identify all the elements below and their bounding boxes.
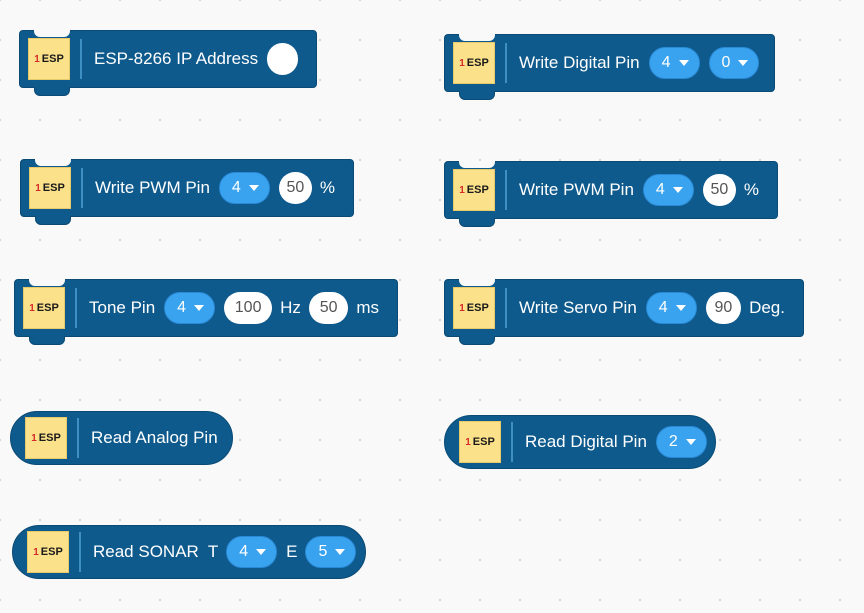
trigger-label: T	[207, 542, 219, 561]
block-separator	[505, 43, 507, 83]
chevron-down-icon	[685, 439, 696, 445]
esp-extension-icon: 1 ESP	[453, 287, 495, 329]
write-servo-pin-label: Write Servo Pin	[519, 298, 637, 317]
write-pwm-pin-block[interactable]: 1 ESP Write PWM Pin 4 50 %	[444, 161, 778, 227]
frequency-input[interactable]: 100	[224, 292, 273, 324]
read-digital-pin-label: Read Digital Pin	[525, 432, 647, 451]
percent-unit-label: %	[319, 178, 335, 197]
read-sonar-block[interactable]: 1 ESP Read SONAR T 4 E 5	[12, 525, 366, 579]
duration-input[interactable]: 50	[308, 292, 349, 324]
esp-extension-icon: 1 ESP	[459, 421, 501, 463]
degree-unit-label: Deg.	[749, 298, 785, 317]
ip-address-block[interactable]: 1 ESP ESP-8266 IP Address	[19, 30, 317, 96]
chevron-down-icon	[256, 549, 267, 555]
chevron-down-icon	[738, 60, 749, 66]
pin-dropdown[interactable]: 4	[164, 292, 216, 324]
ms-unit-label: ms	[356, 298, 379, 317]
chevron-down-icon	[675, 305, 686, 311]
write-digital-pin-label: Write Digital Pin	[519, 53, 640, 72]
pwm-value-input[interactable]: 50	[702, 174, 736, 206]
esp-extension-icon: 1 ESP	[28, 38, 70, 80]
block-separator	[505, 288, 507, 328]
chevron-down-icon	[672, 187, 683, 193]
read-digital-pin-block[interactable]: 1 ESP Read Digital Pin 2	[444, 415, 716, 469]
read-analog-pin-block[interactable]: 1 ESP Read Analog Pin	[10, 411, 233, 465]
block-separator	[79, 532, 81, 572]
esp-extension-icon: 1 ESP	[29, 167, 71, 209]
read-sonar-label: Read SONAR	[93, 542, 199, 561]
digital-value-dropdown[interactable]: 0	[708, 47, 760, 79]
esp-extension-icon: 1 ESP	[25, 417, 67, 459]
pwm-value-input[interactable]: 50	[278, 172, 312, 204]
echo-pin-dropdown[interactable]: 5	[305, 536, 357, 568]
write-servo-pin-block[interactable]: 1 ESP Write Servo Pin 4 90 Deg.	[444, 279, 804, 345]
write-pwm-pin-label: Write PWM Pin	[519, 180, 634, 199]
chevron-down-icon	[194, 305, 205, 311]
angle-input[interactable]: 90	[705, 292, 742, 324]
pin-dropdown[interactable]: 4	[642, 174, 694, 206]
pin-dropdown[interactable]: 4	[648, 47, 700, 79]
pin-dropdown[interactable]: 4	[645, 292, 697, 324]
echo-label: E	[286, 542, 298, 561]
read-analog-pin-label: Read Analog Pin	[91, 428, 218, 447]
write-digital-pin-block[interactable]: 1 ESP Write Digital Pin 4 0	[444, 34, 775, 100]
chevron-down-icon	[335, 549, 346, 555]
esp-extension-icon: 1 ESP	[23, 287, 65, 329]
block-separator	[511, 422, 513, 462]
block-separator	[81, 168, 83, 208]
chevron-down-icon	[248, 185, 259, 191]
hz-unit-label: Hz	[280, 298, 301, 317]
pin-dropdown[interactable]: 2	[655, 426, 707, 458]
tone-pin-block[interactable]: 1 ESP Tone Pin 4 100 Hz 50 ms	[14, 279, 398, 345]
block-separator	[77, 418, 79, 458]
percent-unit-label: %	[743, 180, 759, 199]
tone-pin-label: Tone Pin	[89, 298, 156, 317]
block-separator	[75, 288, 77, 328]
pin-dropdown[interactable]: 4	[218, 172, 270, 204]
esp-extension-icon: 1 ESP	[453, 42, 495, 84]
chevron-down-icon	[678, 60, 689, 66]
esp-extension-icon: 1 ESP	[27, 531, 69, 573]
trigger-pin-dropdown[interactable]: 4	[226, 536, 278, 568]
ip-address-label: ESP-8266 IP Address	[94, 49, 259, 68]
ip-address-input[interactable]	[267, 43, 298, 75]
block-separator	[505, 170, 507, 210]
esp-extension-icon: 1 ESP	[453, 169, 495, 211]
block-separator	[80, 39, 82, 79]
write-pwm-pin-label: Write PWM Pin	[95, 178, 210, 197]
write-pwm-pin-block[interactable]: 1 ESP Write PWM Pin 4 50 %	[20, 159, 354, 225]
